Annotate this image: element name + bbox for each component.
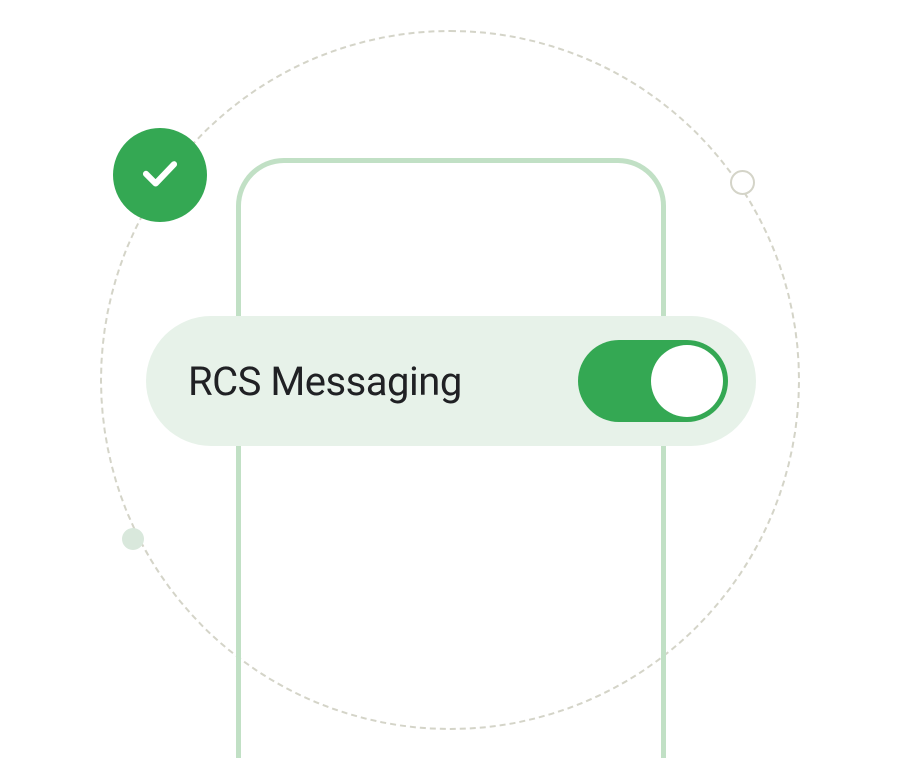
setting-label: RCS Messaging (188, 358, 462, 405)
checkmark-badge (113, 128, 207, 222)
rcs-toggle[interactable] (578, 340, 728, 422)
checkmark-icon (139, 152, 181, 198)
orbit-node-bottom (122, 528, 144, 550)
phone-outline (236, 158, 666, 758)
orbit-node-right (730, 170, 755, 195)
toggle-knob (651, 345, 723, 417)
setting-row: RCS Messaging (146, 316, 756, 446)
